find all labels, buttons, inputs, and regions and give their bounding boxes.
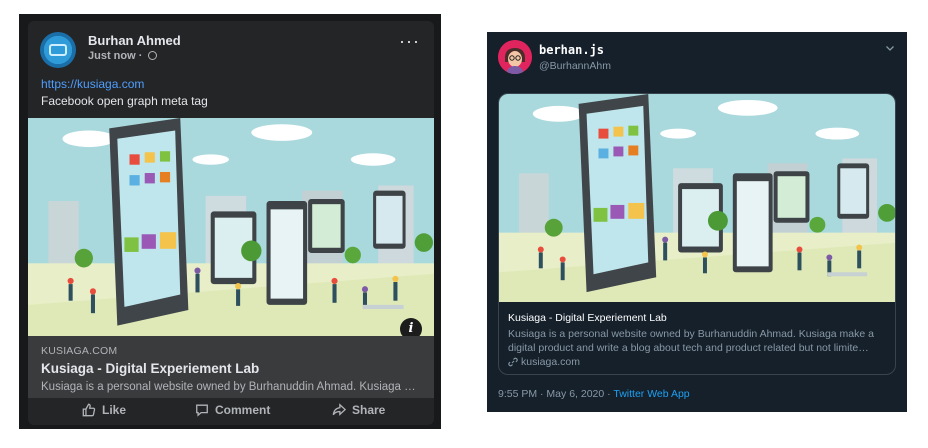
- comment-icon: [196, 404, 208, 417]
- card-domain: kusiaga.com: [508, 356, 580, 368]
- avatar[interactable]: [498, 40, 532, 74]
- preview-domain: KUSIAGA.COM: [41, 345, 118, 357]
- post-time[interactable]: Just now ·: [88, 50, 158, 62]
- like-button[interactable]: Like: [82, 403, 126, 417]
- comment-label: Comment: [215, 403, 271, 417]
- globe-icon: [148, 51, 158, 60]
- post-actions: Like Comment Share: [28, 398, 434, 425]
- chevron-down-icon[interactable]: [885, 43, 895, 53]
- user-handle[interactable]: @BurhannAhm: [539, 60, 611, 72]
- more-icon[interactable]: ···: [399, 32, 420, 50]
- like-icon: [82, 403, 96, 417]
- avatar[interactable]: [40, 32, 76, 68]
- share-icon: [332, 403, 346, 416]
- card-description: Kusiaga is a personal website owned by B…: [508, 328, 874, 354]
- card-domain-label: kusiaga.com: [521, 356, 580, 368]
- link-preview-image[interactable]: [28, 118, 434, 336]
- post-link[interactable]: https://kusiaga.com: [41, 77, 144, 91]
- post-caption: Facebook open graph meta tag: [41, 94, 208, 108]
- tweet-source-app[interactable]: Twitter Web App: [613, 388, 689, 400]
- preview-title: Kusiaga - Digital Experiement Lab: [41, 361, 260, 376]
- facebook-post-panel: Burhan Ahmed Just now · ··· https://kusi…: [19, 14, 441, 429]
- post-time-label: Just now ·: [88, 50, 143, 62]
- tweet-timestamp[interactable]: 9:55 PM · May 6, 2020 ·: [498, 388, 613, 400]
- link-icon: [508, 357, 518, 367]
- link-card[interactable]: Kusiaga - Digital Experiement Lab Kusiag…: [498, 93, 896, 375]
- display-name[interactable]: berhan.js: [539, 43, 604, 57]
- share-button[interactable]: Share: [332, 403, 385, 417]
- link-preview[interactable]: KUSIAGA.COM Kusiaga - Digital Experiemen…: [28, 336, 434, 398]
- facebook-post-card: Burhan Ahmed Just now · ··· https://kusi…: [28, 21, 434, 425]
- like-label: Like: [102, 403, 127, 417]
- twitter-tweet-panel: berhan.js @BurhannAhm Kusiaga - Digital …: [487, 32, 907, 412]
- share-label: Share: [352, 403, 386, 417]
- tweet-footer: 9:55 PM · May 6, 2020 · Twitter Web App: [498, 388, 690, 400]
- link-card-image[interactable]: [499, 94, 896, 302]
- comment-button[interactable]: Comment: [195, 403, 270, 417]
- card-title: Kusiaga - Digital Experiement Lab: [508, 312, 667, 324]
- author-name[interactable]: Burhan Ahmed: [88, 33, 181, 48]
- preview-description: Kusiaga is a personal website owned by B…: [41, 381, 421, 393]
